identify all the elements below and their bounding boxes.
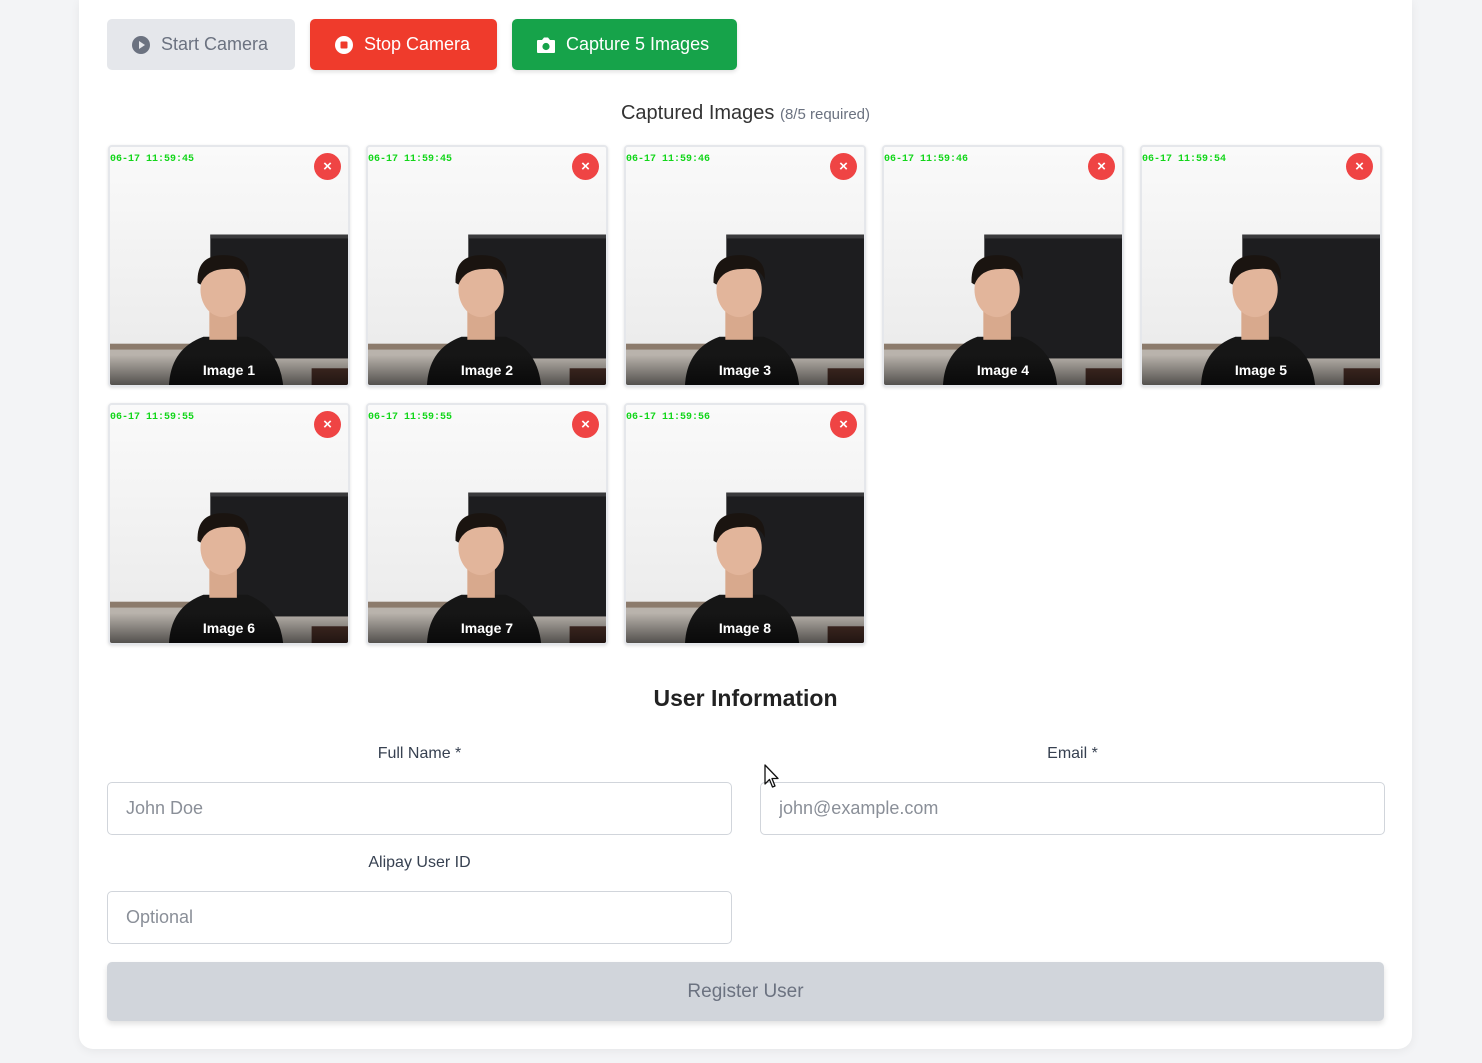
close-icon: × [839,158,848,175]
captured-image-thumbnail: 06-17 11:59:45 × Image 1 [108,145,350,387]
stop-circle-icon [335,35,353,54]
full-name-label: Full Name * [377,745,462,762]
remove-image-button[interactable]: × [830,411,857,438]
captured-image-thumbnail: 06-17 11:59:55 × Image 6 [108,403,350,645]
captured-images-grid: 06-17 11:59:45 × Image 1 06-17 11:59:45 × Im… [108,145,1383,645]
full-name-input[interactable] [107,782,732,835]
webcam-photo [626,147,864,385]
close-icon: × [581,158,590,175]
capture-timestamp: 06-17 11:59:46 [626,154,711,165]
captured-image-thumbnail: 06-17 11:59:45 × Image 2 [366,145,608,387]
remove-image-button[interactable]: × [1088,153,1115,180]
captured-image-thumbnail: 06-17 11:59:55 × Image 7 [366,403,608,645]
alipay-user-id-input[interactable] [107,891,732,944]
image-label: Image 5 [1142,355,1380,385]
user-information-title: User Information [653,685,838,711]
close-icon: × [323,158,332,175]
remove-image-button[interactable]: × [314,411,341,438]
capture-images-label: Capture 5 Images [566,34,710,54]
captured-images-count: (8/5 required) [779,106,871,123]
webcam-photo [884,147,1122,385]
captured-image-thumbnail: 06-17 11:59:54 × Image 5 [1140,145,1382,387]
webcam-photo [368,405,606,643]
image-label: Image 6 [110,613,348,643]
image-label: Image 4 [884,355,1122,385]
play-circle-icon [132,35,150,54]
email-label: Email * [1047,745,1098,762]
captured-image-thumbnail: 06-17 11:59:46 × Image 4 [882,145,1124,387]
remove-image-button[interactable]: × [572,411,599,438]
registration-card: Start Camera Stop Camera Capture 5 Image… [79,0,1412,1049]
email-input[interactable] [760,782,1385,835]
remove-image-button[interactable]: × [572,153,599,180]
webcam-photo [368,147,606,385]
mouse-cursor-icon [764,764,779,788]
capture-timestamp: 06-17 11:59:45 [368,154,453,165]
email-group: Email * [760,745,1385,835]
capture-timestamp: 06-17 11:59:54 [1142,154,1227,165]
stop-camera-label: Stop Camera [364,34,471,54]
captured-images-title: Captured Images [620,102,775,124]
image-label: Image 8 [626,613,864,643]
captured-image-thumbnail: 06-17 11:59:46 × Image 3 [624,145,866,387]
register-user-button[interactable]: Register User [107,962,1384,1021]
capture-timestamp: 06-17 11:59:55 [110,412,195,423]
remove-image-button[interactable]: × [314,153,341,180]
camera-icon [537,37,555,53]
image-label: Image 2 [368,355,606,385]
close-icon: × [1097,158,1106,175]
webcam-photo [110,147,348,385]
start-camera-button[interactable]: Start Camera [107,19,295,70]
capture-timestamp: 06-17 11:59:46 [884,154,969,165]
alipay-label: Alipay User ID [368,854,471,871]
capture-images-button[interactable]: Capture 5 Images [512,19,737,70]
webcam-photo [1142,147,1380,385]
stop-camera-button[interactable]: Stop Camera [310,19,497,70]
image-label: Image 3 [626,355,864,385]
close-icon: × [323,416,332,433]
image-label: Image 7 [368,613,606,643]
close-icon: × [1355,158,1364,175]
capture-timestamp: 06-17 11:59:45 [110,154,195,165]
image-label: Image 1 [110,355,348,385]
remove-image-button[interactable]: × [1346,153,1373,180]
remove-image-button[interactable]: × [830,153,857,180]
webcam-photo [626,405,864,643]
captured-images-heading: Captured Images (8/5 required) [79,102,1412,125]
start-camera-label: Start Camera [161,34,269,54]
close-icon: × [839,416,848,433]
capture-timestamp: 06-17 11:59:55 [368,412,453,423]
close-icon: × [581,416,590,433]
captured-image-thumbnail: 06-17 11:59:56 × Image 8 [624,403,866,645]
camera-controls: Start Camera Stop Camera Capture 5 Image… [107,19,737,70]
full-name-group: Full Name * [107,745,732,835]
alipay-group: Alipay User ID [107,854,732,944]
capture-timestamp: 06-17 11:59:56 [626,412,711,423]
webcam-photo [110,405,348,643]
